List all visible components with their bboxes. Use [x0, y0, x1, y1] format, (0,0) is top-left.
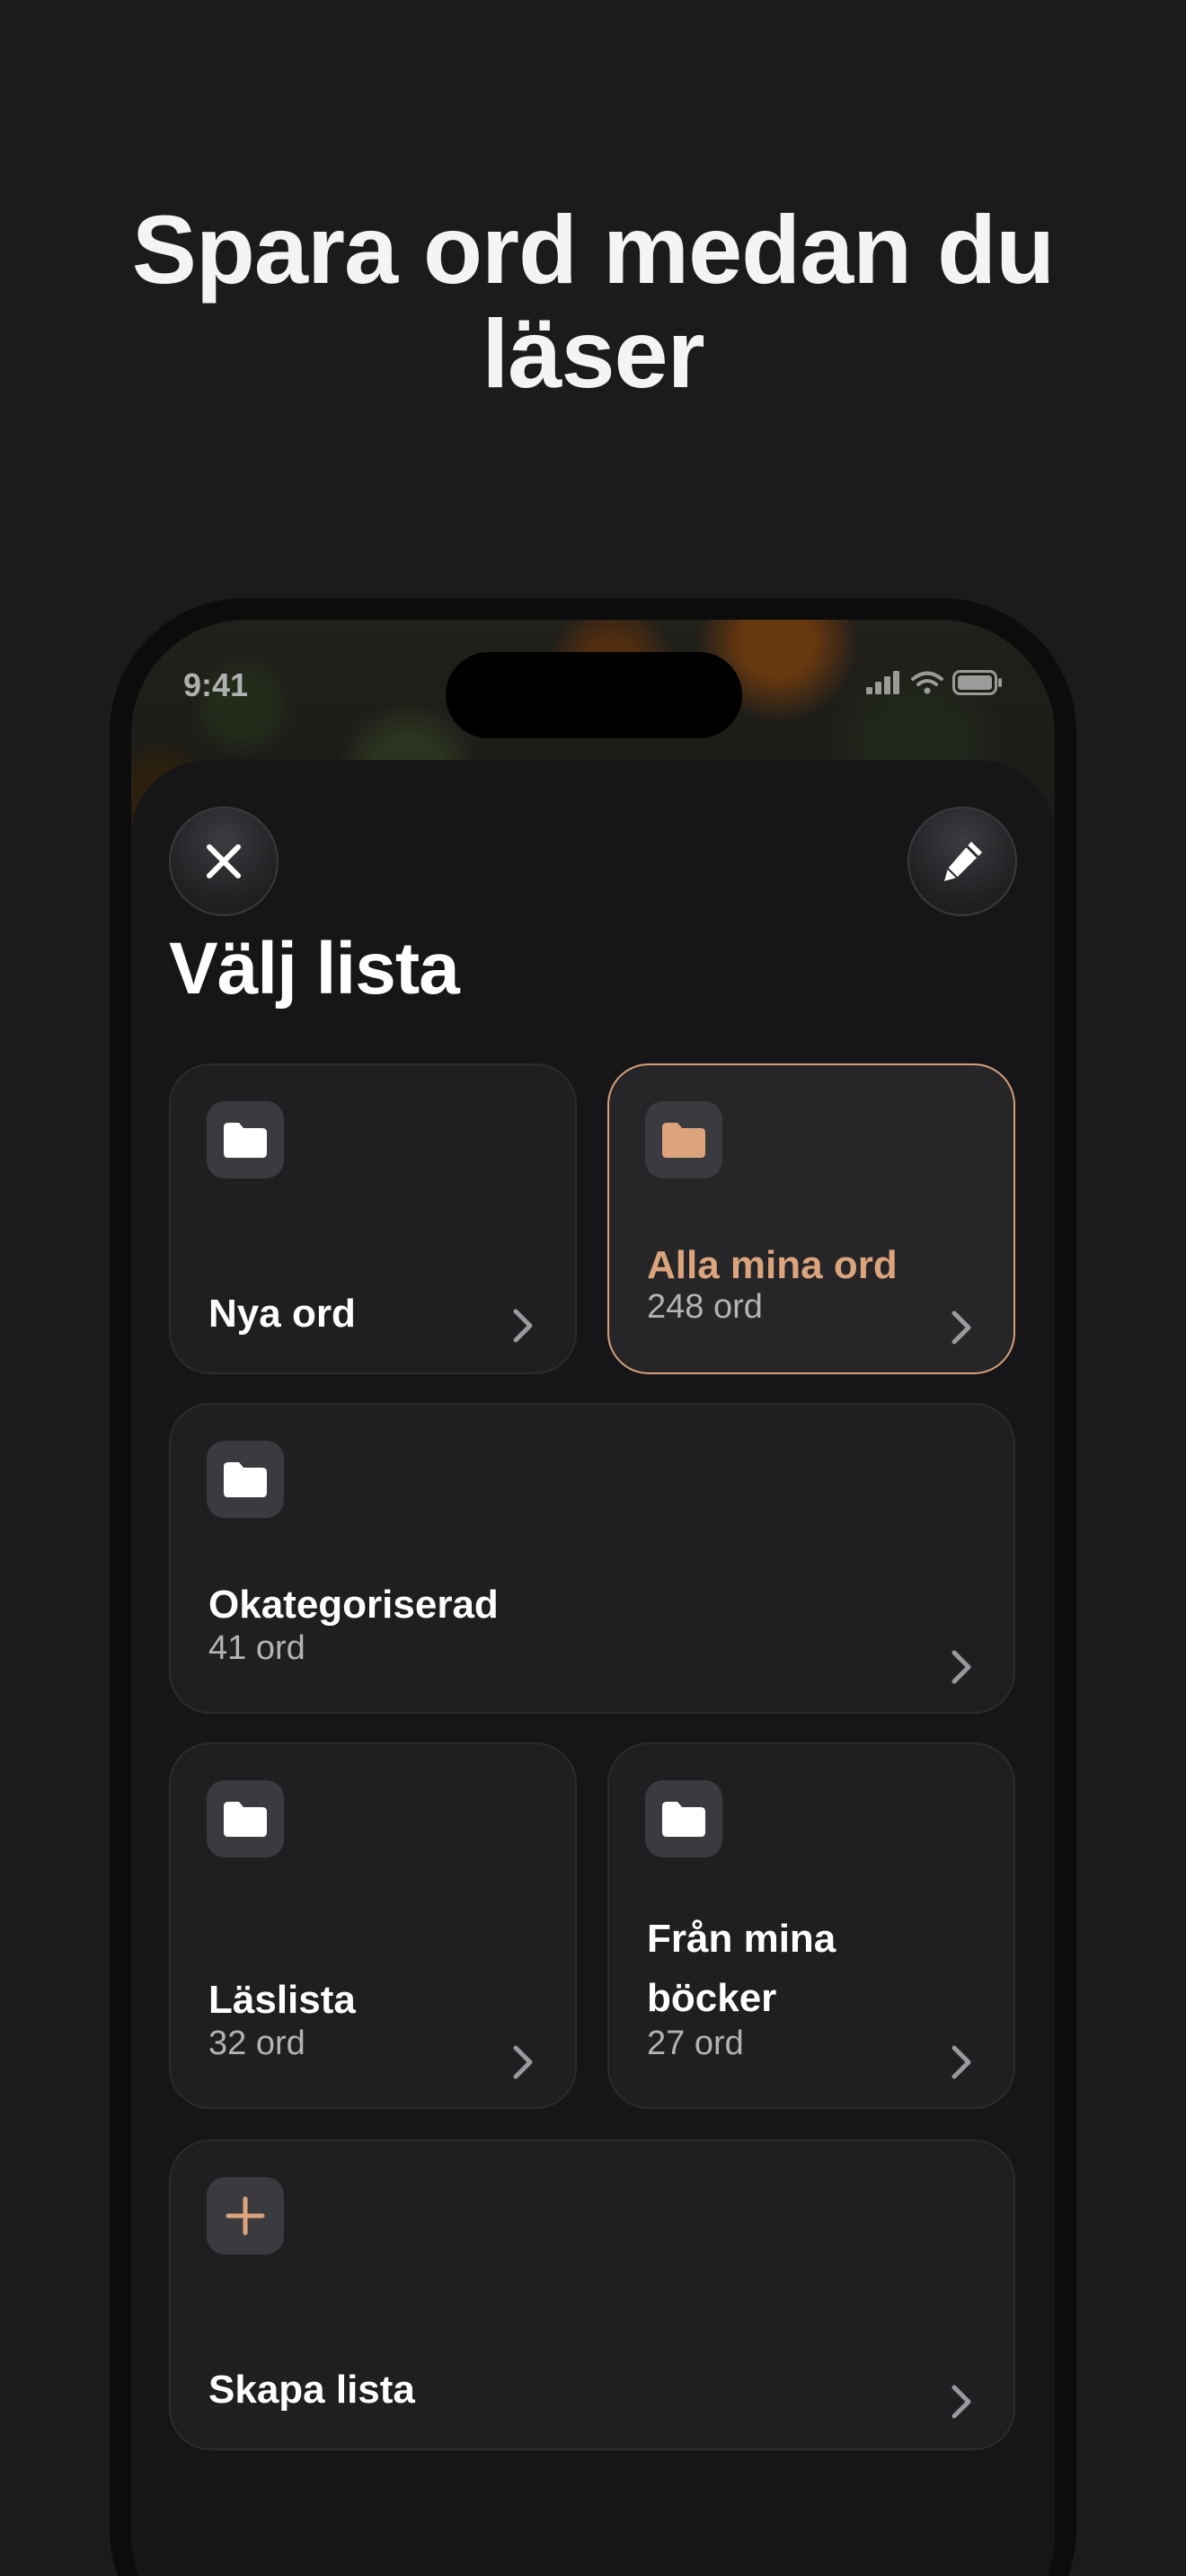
list-count: 248 ord	[647, 1288, 763, 1326]
plus-icon	[207, 2177, 284, 2254]
list-card-nya-ord[interactable]: Nya ord	[169, 1063, 577, 1374]
create-list-button[interactable]: Skapa lista	[169, 2139, 1015, 2450]
list-count: 41 ord	[208, 1629, 305, 1667]
folder-icon	[645, 1780, 722, 1857]
chevron-right-icon	[951, 1310, 971, 1345]
pencil-icon	[944, 842, 982, 881]
folder-icon	[645, 1101, 722, 1178]
close-icon	[207, 844, 241, 878]
chevron-right-icon	[951, 2385, 971, 2419]
signal-icon	[866, 671, 899, 694]
chevron-right-icon	[513, 1309, 533, 1343]
create-list-label: Skapa lista	[208, 2368, 415, 2412]
close-button[interactable]	[169, 807, 279, 916]
phone-screen: 9:41 Välj lista Nya ord Alla mina ord 24…	[131, 620, 1055, 2576]
phone-frame: 9:41 Välj lista Nya ord Alla mina ord 24…	[110, 598, 1076, 2576]
status-time: 9:41	[183, 666, 249, 703]
dynamic-island	[446, 652, 742, 738]
list-card-alla-mina-ord[interactable]: Alla mina ord 248 ord	[607, 1063, 1015, 1374]
headline: Spara ord medan du läser	[131, 195, 1055, 408]
wifi-icon	[911, 671, 943, 694]
list-card-fran-mina-bocker[interactable]: Från mina böcker 27 ord	[607, 1742, 1015, 2109]
edit-button[interactable]	[907, 807, 1017, 916]
folder-icon	[207, 1101, 284, 1178]
list-count: 27 ord	[647, 2025, 744, 2062]
list-name: Från mina böcker	[647, 1917, 836, 2020]
list-name: Alla mina ord	[647, 1243, 898, 1287]
chevron-right-icon	[513, 2045, 533, 2079]
list-name: Nya ord	[208, 1292, 356, 1336]
list-count: 32 ord	[208, 2025, 305, 2062]
list-name: Okategoriserad	[208, 1583, 499, 1627]
status-icons	[866, 670, 1003, 695]
list-card-laslista[interactable]: Läslista 32 ord	[169, 1742, 577, 2109]
list-card-okategoriserad[interactable]: Okategoriserad 41 ord	[169, 1403, 1015, 1714]
folder-icon	[207, 1780, 284, 1857]
chevron-right-icon	[951, 1650, 971, 1684]
chevron-right-icon	[951, 2045, 971, 2079]
battery-icon	[952, 670, 1002, 695]
sheet-title: Välj lista	[169, 928, 460, 1010]
list-name: Läslista	[208, 1978, 356, 2022]
folder-icon	[207, 1441, 284, 1518]
select-list-sheet: Välj lista Nya ord Alla mina ord 248 ord	[131, 760, 1055, 2576]
